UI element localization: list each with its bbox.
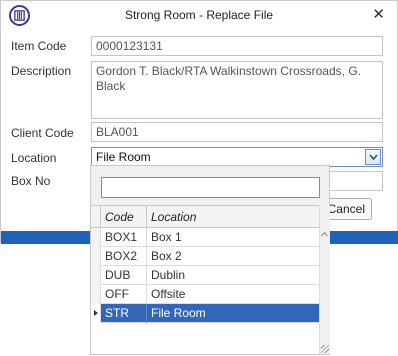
description-field[interactable]: Gordon T. Black/RTA Walkinstown Crossroa… <box>91 61 383 119</box>
window-title: Strong Room - Replace File <box>124 8 274 22</box>
cell-code: OFF <box>101 285 147 304</box>
location-combo[interactable]: File Room <box>91 147 383 167</box>
cell-location: Dublin <box>151 268 186 282</box>
row-pointer-icon <box>94 310 98 316</box>
cell-code: DUB <box>101 266 147 285</box>
cell-code: BOX2 <box>101 247 147 266</box>
row-selector-header <box>91 206 101 228</box>
cell-location: File Room <box>151 306 206 320</box>
description-label: Description <box>11 64 72 78</box>
table-row-selected[interactable]: STR File Room <box>91 304 319 323</box>
box-no-label: Box No <box>11 174 51 188</box>
vertical-scrollbar[interactable] <box>319 205 330 354</box>
item-code-field[interactable]: 0000123131 <box>91 36 383 56</box>
table-row[interactable]: DUB Dublin <box>91 266 319 285</box>
chevron-down-icon[interactable] <box>365 149 381 165</box>
location-dropdown: Code Location BOX1 Box 1 BOX2 Box 2 DUB … <box>90 165 330 355</box>
cell-location: Box 2 <box>151 249 182 263</box>
table-row[interactable]: BOX2 Box 2 <box>91 247 319 266</box>
close-icon[interactable]: ✕ <box>372 7 385 23</box>
title-bar: Strong Room - Replace File ✕ <box>1 1 397 31</box>
location-label: Location <box>11 151 57 165</box>
cell-location: Offsite <box>151 287 186 301</box>
location-value: File Room <box>96 150 151 164</box>
cell-code: BOX1 <box>101 228 147 247</box>
grid-header: Code Location <box>91 206 319 228</box>
client-code-field[interactable]: BLA001 <box>91 122 383 142</box>
row-selector[interactable] <box>91 285 101 304</box>
client-code-label: Client Code <box>11 126 74 140</box>
row-selector[interactable] <box>91 228 101 247</box>
row-selector[interactable] <box>91 247 101 266</box>
location-grid: Code Location BOX1 Box 1 BOX2 Box 2 DUB … <box>91 205 319 354</box>
cell-location: Box 1 <box>151 230 182 244</box>
row-selector[interactable] <box>91 266 101 285</box>
column-header-location[interactable]: Location <box>147 206 319 228</box>
item-code-label: Item Code <box>11 39 67 53</box>
column-header-code[interactable]: Code <box>101 206 147 228</box>
cell-code: STR <box>101 304 147 323</box>
chevron-up-icon[interactable] <box>320 231 329 240</box>
table-row[interactable]: BOX1 Box 1 <box>91 228 319 247</box>
row-selector[interactable] <box>91 304 101 323</box>
dropdown-search-input[interactable] <box>101 177 320 198</box>
table-row[interactable]: OFF Offsite <box>91 285 319 304</box>
resize-grip-icon[interactable] <box>321 345 329 353</box>
